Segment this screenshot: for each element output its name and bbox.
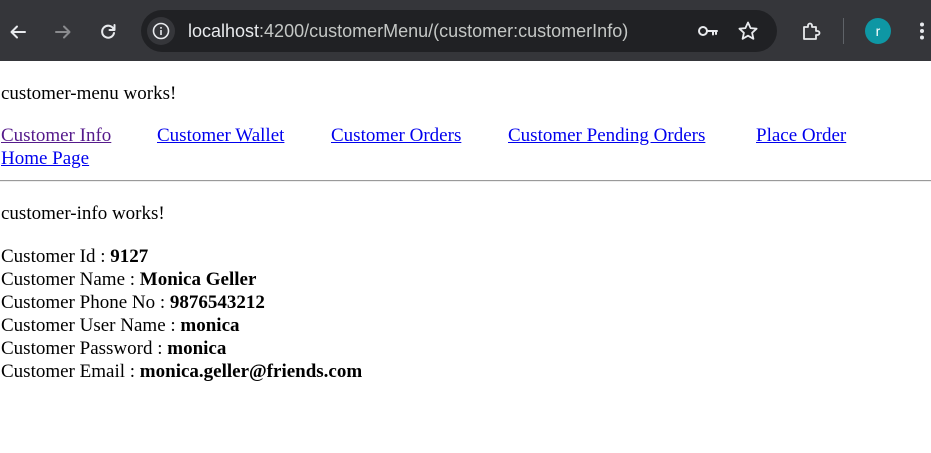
divider [0,180,931,182]
browser-menu-button[interactable] [909,18,931,44]
url-text[interactable]: localhost:4200/customerMenu/(customer:cu… [188,19,628,43]
customer-phone-row: Customer Phone No : 9876543212 [1,292,265,314]
back-button[interactable] [0,14,36,50]
toolbar-separator [843,18,844,44]
customer-name-row: Customer Name : Monica Geller [1,269,256,291]
nav-link-customer-pending-orders[interactable]: Customer Pending Orders [508,125,705,147]
customer-info-heading: customer-info works! [1,203,165,224]
customer-id-value: 9127 [110,246,149,267]
nav-link-customer-info[interactable]: Customer Info [1,125,111,147]
field-label: Customer Id : [1,246,111,267]
reload-icon [101,24,116,39]
customer-email-value: monica.geller@friends.com [139,361,363,382]
customer-password-value: monica [167,338,227,359]
star-icon [738,21,758,40]
nav-link-customer-orders[interactable]: Customer Orders [331,125,461,147]
password-key-button[interactable] [695,18,721,44]
back-arrow-icon [10,25,26,39]
forward-arrow-icon [55,25,71,39]
forward-button[interactable] [45,14,81,50]
customer-phone-value: 9876543212 [169,292,265,313]
reload-button[interactable] [90,14,126,50]
browser-toolbar: localhost:4200/customerMenu/(customer:cu… [0,0,931,61]
field-label: Customer Name : [1,269,140,290]
url-path: :4200/customerMenu/(customer:customerInf… [259,21,629,41]
kebab-menu-icon [920,22,924,40]
customer-name-value: Monica Geller [139,269,257,290]
field-label: Customer User Name : [1,315,181,336]
customer-username-row: Customer User Name : monica [1,315,240,337]
field-label: Customer Password : [1,338,168,359]
field-label: Customer Email : [1,361,140,382]
site-info-button[interactable] [147,17,175,45]
nav-link-home-page[interactable]: Home Page [1,148,89,170]
profile-avatar[interactable]: r [865,18,891,44]
key-icon [698,26,718,36]
customer-menu-heading: customer-menu works! [1,83,177,104]
puzzle-piece-icon [803,22,821,40]
nav-link-customer-wallet[interactable]: Customer Wallet [157,125,284,147]
url-host: localhost [188,21,260,41]
info-icon [152,22,170,40]
customer-password-row: Customer Password : monica [1,338,226,360]
customer-email-row: Customer Email : monica.geller@friends.c… [1,361,362,383]
extensions-button[interactable] [798,18,824,44]
nav-link-place-order[interactable]: Place Order [756,125,846,147]
bookmark-star-button[interactable] [735,18,761,44]
customer-username-value: monica [180,315,240,336]
field-label: Customer Phone No : [1,292,170,313]
customer-id-row: Customer Id : 9127 [1,246,148,268]
